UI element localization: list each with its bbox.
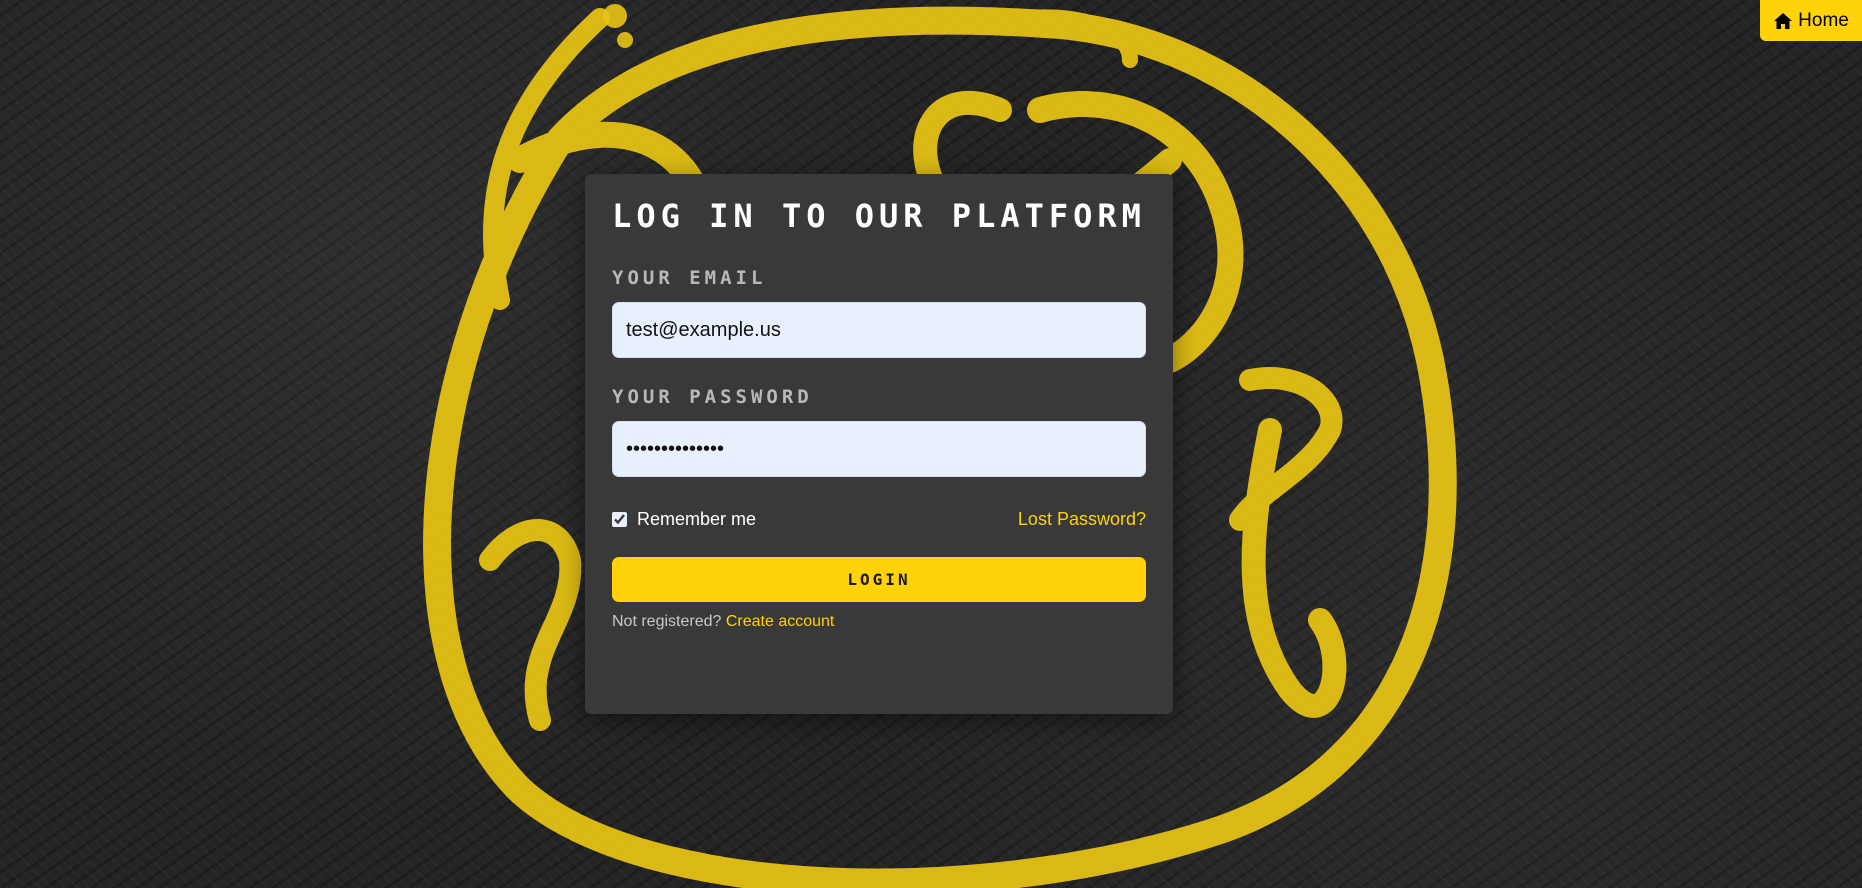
home-link-label: Home	[1798, 9, 1849, 31]
lost-password-link[interactable]: Lost Password?	[1018, 509, 1146, 530]
not-registered-text: Not registered?	[612, 613, 722, 630]
create-account-link[interactable]: Create account	[726, 613, 835, 630]
home-icon	[1774, 12, 1793, 29]
register-row: Not registered? Create account	[612, 613, 1146, 631]
login-button[interactable]: Login	[612, 557, 1146, 602]
remember-me[interactable]: Remember me	[612, 509, 756, 530]
password-label: Your password	[612, 386, 813, 408]
password-input[interactable]	[612, 421, 1146, 477]
remember-me-checkbox[interactable]	[612, 511, 627, 527]
remember-row: Remember me Lost Password?	[612, 505, 1146, 533]
login-title: Log in to our platform	[612, 197, 1146, 235]
home-link[interactable]: Home	[1760, 0, 1862, 41]
login-card: Log in to our platform Your email Your p…	[585, 174, 1173, 714]
remember-me-label: Remember me	[637, 508, 757, 529]
email-input[interactable]	[612, 302, 1146, 358]
email-label: Your email	[612, 267, 767, 289]
